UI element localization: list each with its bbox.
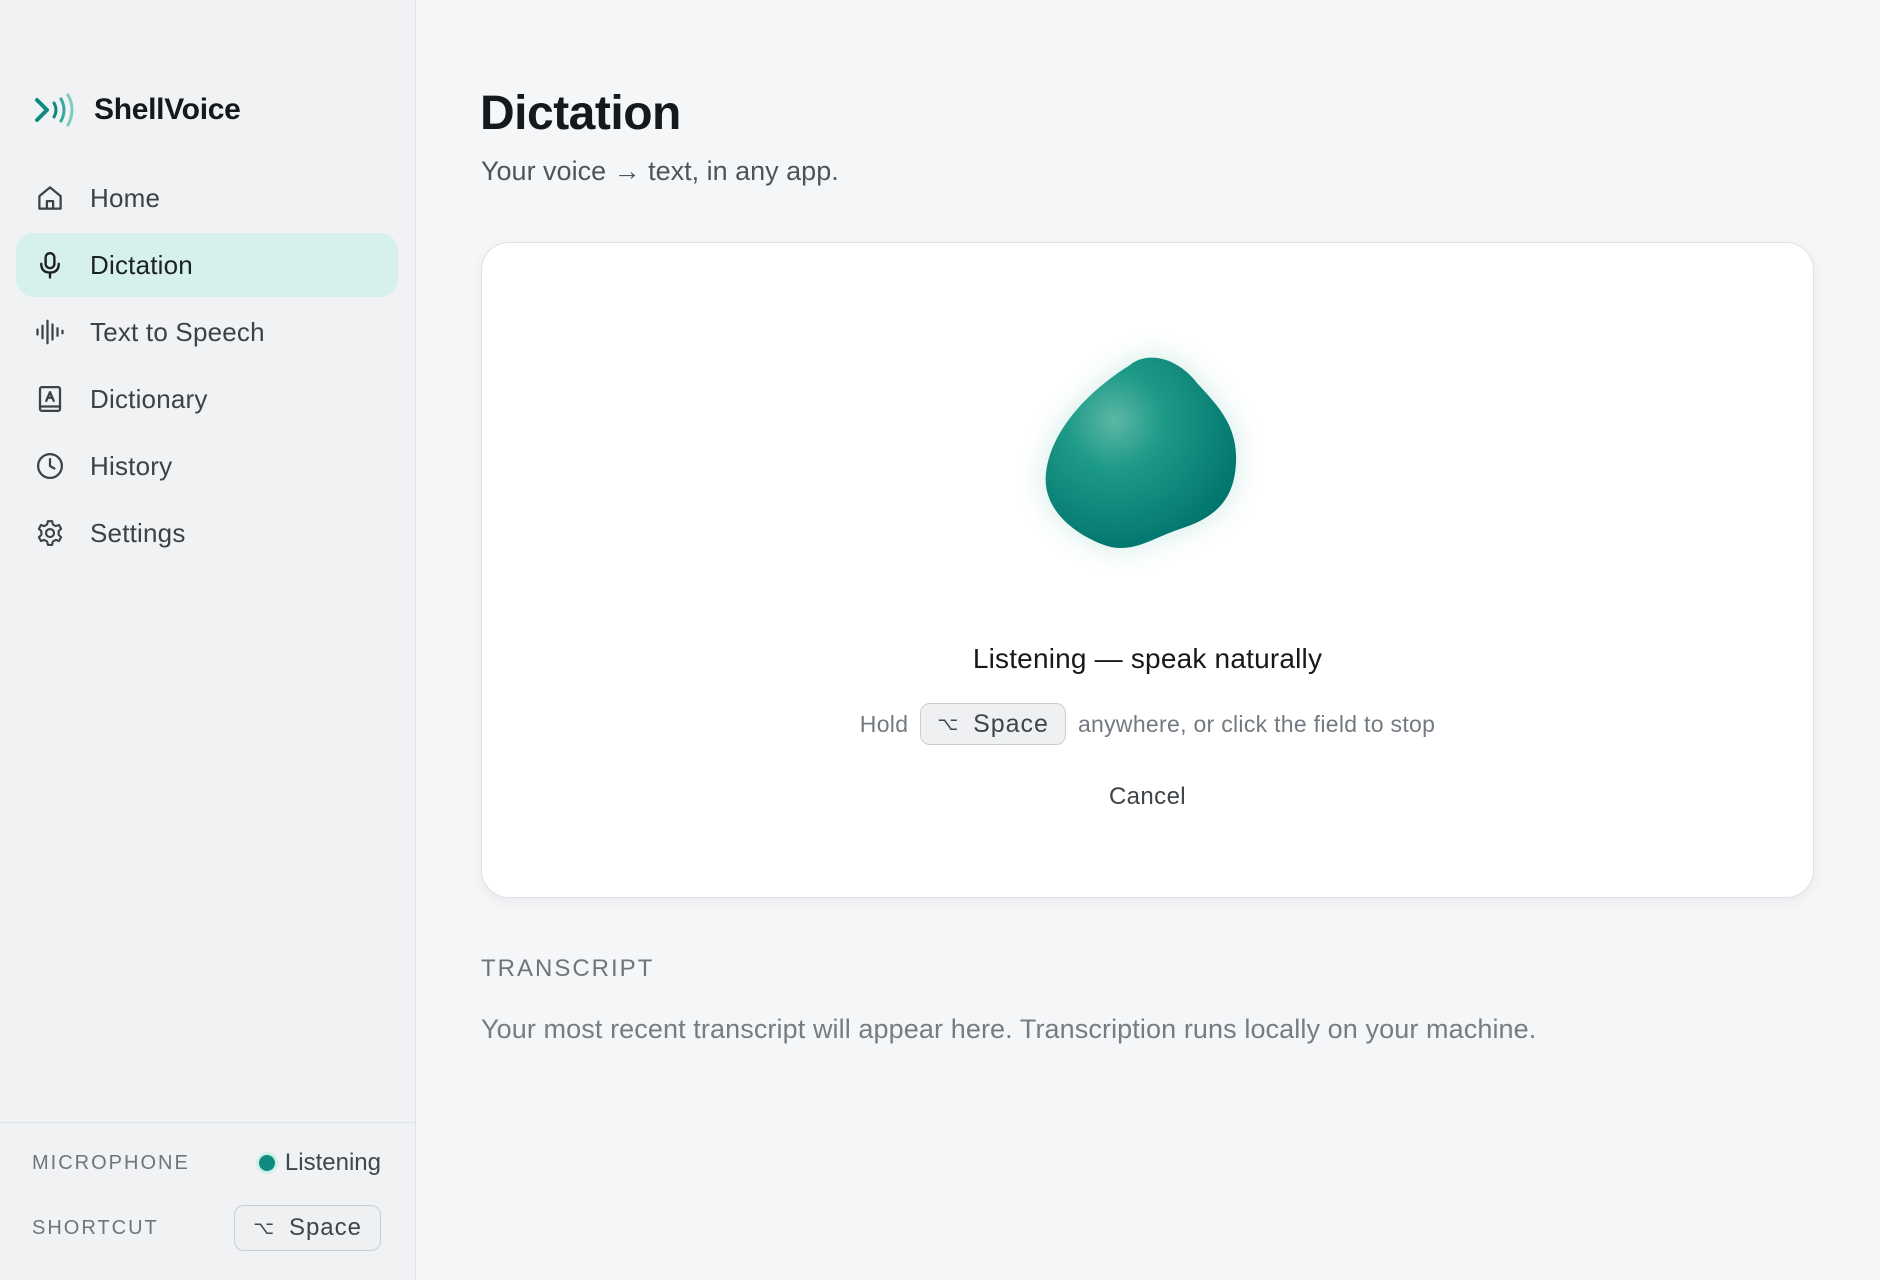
sidebar-item-label: Dictation <box>90 249 193 280</box>
page-title: Dictation <box>480 87 681 140</box>
status-dot-icon <box>258 1155 275 1171</box>
waveform-icon <box>34 316 66 348</box>
hint-prefix: Hold <box>859 710 909 737</box>
dictation-card[interactable]: Listening — speak naturally Hold ⌥ Space… <box>481 242 1814 898</box>
sidebar-footer: MICROPHONE Listening SHORTCUT ⌥ Space <box>0 1122 415 1280</box>
sidebar-item-label: Home <box>90 182 161 213</box>
cancel-button[interactable]: Cancel <box>482 783 1813 811</box>
sidebar-item-history[interactable]: History <box>16 434 398 498</box>
microphone-row: MICROPHONE Listening <box>32 1149 381 1177</box>
hint-suffix: anywhere, or click the field to stop <box>1077 710 1436 737</box>
shortcut-hint: Hold ⌥ Space anywhere, or click the fiel… <box>482 703 1813 745</box>
listening-status-title: Listening — speak naturally <box>972 643 1323 674</box>
sidebar-item-label: History <box>90 450 173 481</box>
sidebar-item-label: Settings <box>90 517 186 548</box>
sidebar-item-home[interactable]: Home <box>16 166 398 230</box>
sidebar-item-label: Text to Speech <box>90 316 265 347</box>
shortcut-label: SHORTCUT <box>32 1216 159 1239</box>
sidebar-item-dictionary[interactable]: Dictionary <box>16 367 398 431</box>
microphone-status-text: Listening <box>284 1149 381 1176</box>
brand[interactable]: ShellVoice <box>34 92 241 128</box>
page-subtitle: Your voice → text, in any app. <box>481 156 839 186</box>
sidebar-item-label: Dictionary <box>90 383 208 414</box>
shellvoice-logo-icon <box>34 92 76 128</box>
gear-icon <box>34 517 66 549</box>
microphone-label: MICROPHONE <box>32 1151 190 1174</box>
option-key-icon: ⌥ <box>253 1217 275 1238</box>
home-icon <box>34 182 66 214</box>
hint-key-text: Space <box>973 709 1049 738</box>
app-window: ShellVoice Home Dictation Text to Speech… <box>0 0 1880 1280</box>
option-key-icon: ⌥ <box>937 713 960 734</box>
microphone-icon <box>34 249 66 281</box>
sidebar-item-text-to-speech[interactable]: Text to Speech <box>16 300 398 364</box>
sidebar-item-dictation[interactable]: Dictation <box>16 233 398 297</box>
shortcut-row: SHORTCUT ⌥ Space <box>32 1205 381 1251</box>
sidebar: ShellVoice Home Dictation Text to Speech… <box>0 0 416 1280</box>
shortcut-key-badge[interactable]: ⌥ Space <box>234 1205 381 1251</box>
hint-key-badge: ⌥ Space <box>920 703 1066 745</box>
transcript-label: TRANSCRIPT <box>481 955 655 982</box>
book-icon <box>34 383 66 415</box>
main-content: Dictation Your voice → text, in any app. <box>416 0 1880 1280</box>
microphone-status: Listening <box>258 1149 381 1177</box>
shortcut-key-text: Space <box>288 1214 362 1241</box>
sidebar-nav: Home Dictation Text to Speech Dictionary… <box>16 166 398 568</box>
transcript-placeholder: Your most recent transcript will appear … <box>481 1014 1537 1044</box>
app-name: ShellVoice <box>94 93 241 126</box>
clock-icon <box>34 450 66 482</box>
voice-orb[interactable] <box>1012 343 1284 615</box>
sidebar-item-settings[interactable]: Settings <box>16 501 398 565</box>
